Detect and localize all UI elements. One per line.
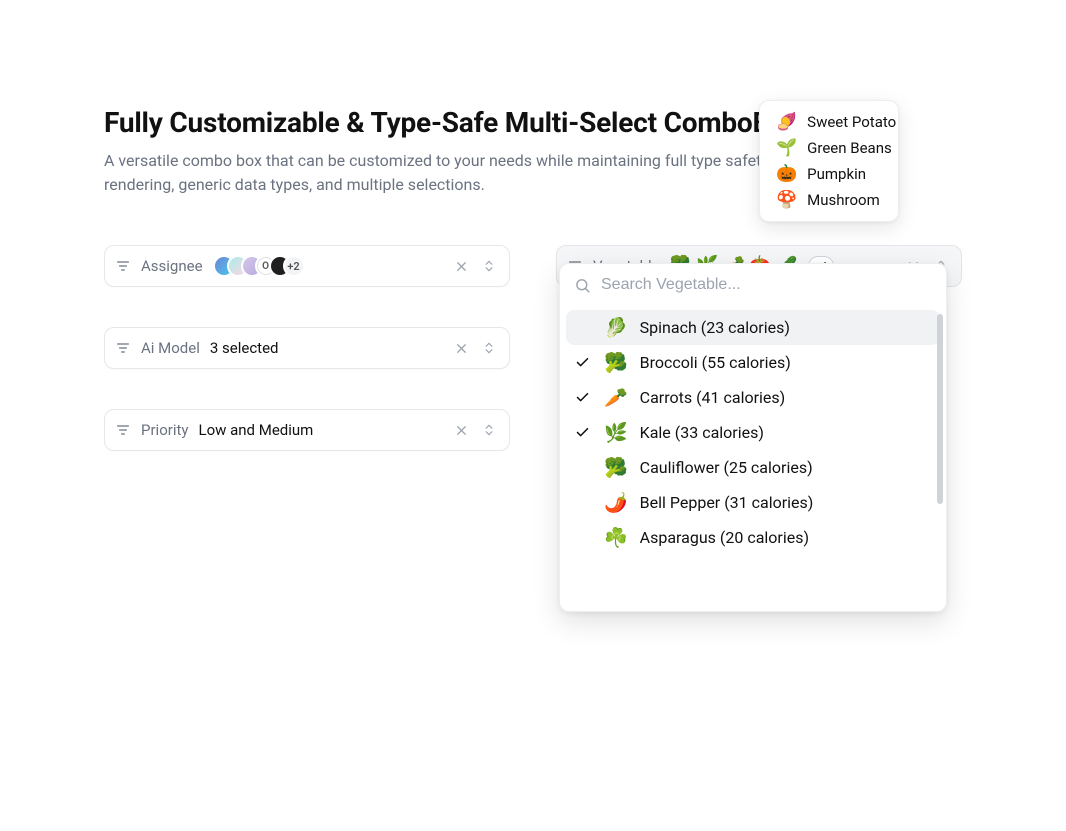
chevron-sort-icon[interactable] xyxy=(479,420,499,440)
vegetable-option[interactable]: 🥬 Spinach (23 calories) xyxy=(566,310,940,345)
clear-button[interactable] xyxy=(451,256,471,276)
clear-button[interactable] xyxy=(451,420,471,440)
vegetable-option[interactable]: 🌶️ Bell Pepper (31 calories) xyxy=(566,485,940,520)
vegetable-option-icon: 🥦 xyxy=(604,458,628,477)
vegetable-option-label: Asparagus (20 calories) xyxy=(640,528,809,547)
clear-button[interactable] xyxy=(451,338,471,358)
vegetable-option[interactable]: 🌿 Kale (33 calories) xyxy=(566,415,940,450)
vegetable-option-list: 🥬 Spinach (23 calories) 🥦 Broccoli (55 calo… xyxy=(560,306,946,611)
vegetable-option[interactable]: ☘️ Asparagus (20 calories) xyxy=(566,520,940,555)
priority-label: Priority xyxy=(141,421,188,439)
vegetable-option-label: Kale (33 calories) xyxy=(640,423,764,442)
overflow-item-icon: 🍄 xyxy=(776,192,797,209)
search-icon xyxy=(574,277,591,294)
vegetable-option-icon: 🥬 xyxy=(604,318,628,337)
vegetable-overflow-popover: 🍠Sweet Potato🌱Green Beans🎃Pumpkin🍄Mushro… xyxy=(759,100,899,222)
check-icon xyxy=(572,355,592,370)
aimodel-value: 3 selected xyxy=(210,339,279,357)
overflow-item-label: Pumpkin xyxy=(807,165,866,183)
vegetable-option-icon: 🥦 xyxy=(604,353,628,372)
vegetable-option-label: Spinach (23 calories) xyxy=(640,318,790,337)
overflow-item[interactable]: 🌱 Green Beans xyxy=(766,135,892,161)
vegetable-option[interactable]: 🥦 Cauliflower (25 calories) xyxy=(566,450,940,485)
vegetable-option-label: Bell Pepper (31 calories) xyxy=(640,493,814,512)
overflow-item-label: Sweet Potato xyxy=(807,113,896,131)
assignee-label: Assignee xyxy=(141,257,203,275)
vegetable-option-icon: 🥕 xyxy=(604,388,628,407)
overflow-item-icon: 🎃 xyxy=(776,166,797,183)
avatar-overflow-badge[interactable]: +2 xyxy=(283,255,305,277)
vegetable-option-icon: 🌶️ xyxy=(604,493,628,512)
check-icon xyxy=(572,425,592,440)
priority-value: Low and Medium xyxy=(198,421,313,439)
vegetable-option-icon: 🌿 xyxy=(604,423,628,442)
vegetable-option[interactable]: 🥕 Carrots (41 calories) xyxy=(566,380,940,415)
overflow-item[interactable]: 🍠Sweet Potato xyxy=(766,109,892,135)
chevron-sort-icon[interactable] xyxy=(479,338,499,358)
vegetable-option[interactable]: 🥦 Broccoli (55 calories) xyxy=(566,345,940,380)
assignee-avatar-stack: O+2 xyxy=(213,255,305,277)
overflow-item-icon: 🍠 xyxy=(776,114,797,131)
priority-combobox[interactable]: Priority Low and Medium xyxy=(104,409,510,451)
aimodel-label: Ai Model xyxy=(141,339,200,357)
check-icon xyxy=(572,390,592,405)
vegetable-dropdown: 🥬 Spinach (23 calories) 🥦 Broccoli (55 calo… xyxy=(559,263,947,612)
assignee-combobox[interactable]: Assignee O+2 xyxy=(104,245,510,287)
overflow-item-label: Mushroom xyxy=(807,191,880,209)
overflow-item[interactable]: 🎃 Pumpkin xyxy=(766,161,892,187)
vegetable-option-label: Broccoli (55 calories) xyxy=(640,353,791,372)
vegetable-option-label: Carrots (41 calories) xyxy=(640,388,786,407)
overflow-item-icon: 🌱 xyxy=(776,140,797,157)
filter-icon xyxy=(115,340,131,356)
vegetable-option-label: Cauliflower (25 calories) xyxy=(640,458,813,477)
filter-icon xyxy=(115,422,131,438)
filter-icon xyxy=(115,258,131,274)
aimodel-combobox[interactable]: Ai Model 3 selected xyxy=(104,327,510,369)
overflow-item-label: Green Beans xyxy=(807,139,892,157)
chevron-sort-icon[interactable] xyxy=(479,256,499,276)
overflow-item[interactable]: 🍄 Mushroom xyxy=(766,187,892,213)
vegetable-option-icon: ☘️ xyxy=(604,528,628,547)
vegetable-search-input[interactable] xyxy=(601,276,932,294)
scrollbar-thumb[interactable] xyxy=(937,314,943,504)
